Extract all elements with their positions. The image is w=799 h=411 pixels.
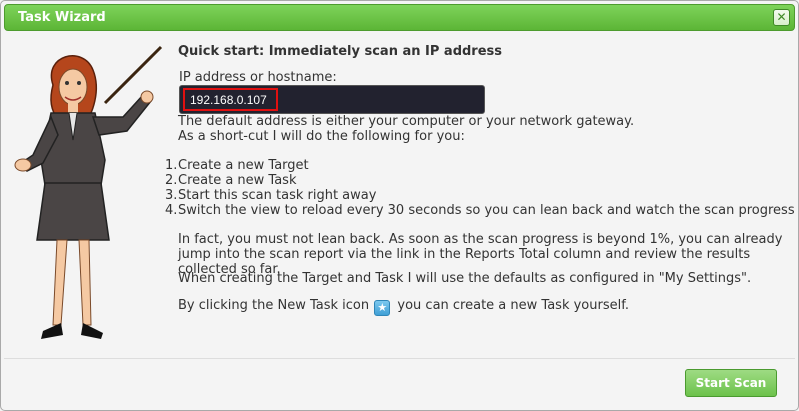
steps-list: 1.Create a new Target 2.Create a new Tas… [165, 158, 795, 218]
task-wizard-dialog: Task Wizard ✕ Quick start: Immediately s… [0, 0, 799, 411]
new-task-star-icon: ★ [374, 300, 391, 316]
footer-divider [4, 358, 795, 359]
list-item: 1.Create a new Target [165, 158, 309, 173]
list-item: 2.Create a new Task [165, 173, 297, 188]
teacher-illustration [14, 45, 163, 339]
close-icon: ✕ [776, 10, 787, 24]
dialog-title: Task Wizard [18, 10, 106, 25]
close-button[interactable]: ✕ [773, 9, 790, 26]
list-item: 3.Start this scan task right away [165, 188, 377, 203]
start-scan-button[interactable]: Start Scan [685, 369, 777, 397]
ip-field-container [179, 85, 485, 114]
ip-address-input[interactable] [183, 88, 278, 111]
shortcut-note: As a short-cut I will do the following f… [178, 129, 465, 144]
defaults-note: When creating the Target and Task I will… [178, 271, 752, 286]
ip-label: IP address or hostname: [179, 70, 337, 85]
wizard-heading: Quick start: Immediately scan an IP addr… [178, 44, 503, 59]
new-task-note: By clicking the New Task icon ★ you can … [178, 298, 629, 316]
list-item: 4.Switch the view to reload every 30 sec… [165, 203, 795, 218]
title-bar[interactable]: Task Wizard ✕ [4, 4, 795, 31]
default-address-note: The default address is either your compu… [178, 114, 635, 129]
